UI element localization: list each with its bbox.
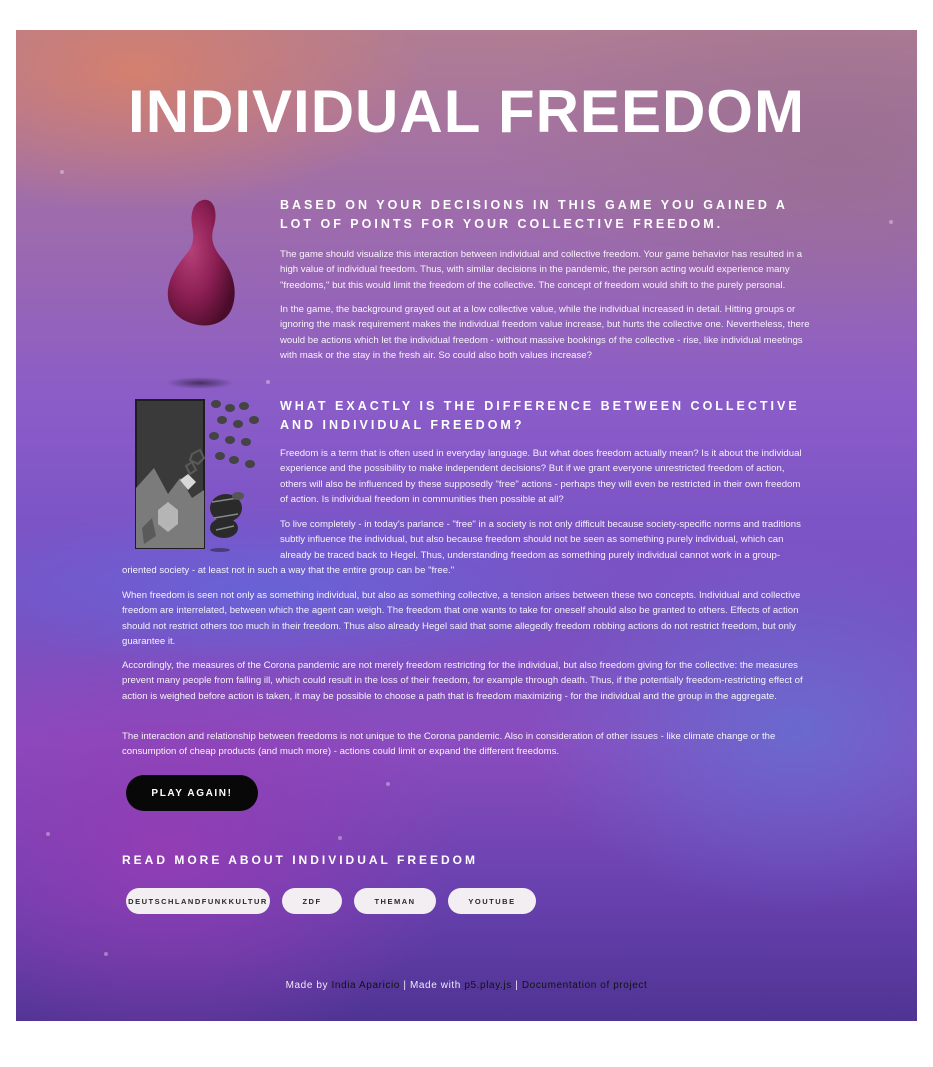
paragraph: When freedom is seen not only as somethi… [122, 590, 801, 648]
background-dot [338, 836, 342, 840]
link-zdf[interactable]: ZDF [282, 888, 342, 914]
paragraph: The interaction and relationship between… [122, 731, 776, 758]
background-dot [46, 832, 50, 836]
library-link[interactable]: p5.play.js [464, 980, 512, 991]
background-dot [104, 952, 108, 956]
background-dot [60, 170, 64, 174]
play-again-button[interactable]: PLAY AGAIN! [126, 775, 258, 811]
background-dot [386, 782, 390, 786]
paragraph: oriented society - at least not in such … [122, 565, 455, 576]
page-title: INDIVIDUAL FREEDOM [128, 78, 805, 145]
footer-separator: | [515, 980, 519, 991]
paragraph: In the game, the background grayed out a… [280, 304, 810, 362]
paragraph: The game should visualize this interacti… [280, 249, 803, 291]
documentation-link[interactable]: Documentation of project [522, 980, 648, 991]
footer-made-with-label: Made with [409, 980, 461, 991]
paragraph: Accordingly, the measures of the Corona … [122, 660, 803, 702]
game-piece-illustration [166, 199, 235, 389]
footer-made-by-label: Made by [285, 980, 329, 991]
footer-separator: | [403, 980, 407, 991]
link-deutschlandfunkkultur[interactable]: DEUTSCHLANDFUNKKULTUR [126, 888, 270, 914]
footer: Made by India Aparicio | Made with p5.pl… [16, 980, 917, 991]
section-heading-result: BASED ON YOUR DECISIONS IN THIS GAME YOU… [280, 198, 788, 231]
paragraph: Freedom is a term that is often used in … [280, 448, 802, 506]
background-dot [266, 380, 270, 384]
result-panel: INDIVIDUAL FREEDOM BASED ON YOUR DECISIO… [16, 30, 917, 1021]
link-theman[interactable]: THEMAN [354, 888, 436, 914]
read-more-links: DEUTSCHLANDFUNKKULTUR ZDF THEMAN YOUTUBE [126, 888, 536, 914]
paragraph: To live completely - in today's parlance… [280, 519, 801, 561]
section-heading-difference: WHAT EXACTLY IS THE DIFFERENCE BETWEEN C… [280, 399, 800, 432]
background-dot [889, 220, 893, 224]
link-youtube[interactable]: YOUTUBE [448, 888, 536, 914]
read-more-heading: READ MORE ABOUT INDIVIDUAL FREEDOM [122, 853, 479, 867]
author-link[interactable]: India Aparicio [332, 980, 400, 991]
pixel-scene-illustration [135, 399, 259, 552]
